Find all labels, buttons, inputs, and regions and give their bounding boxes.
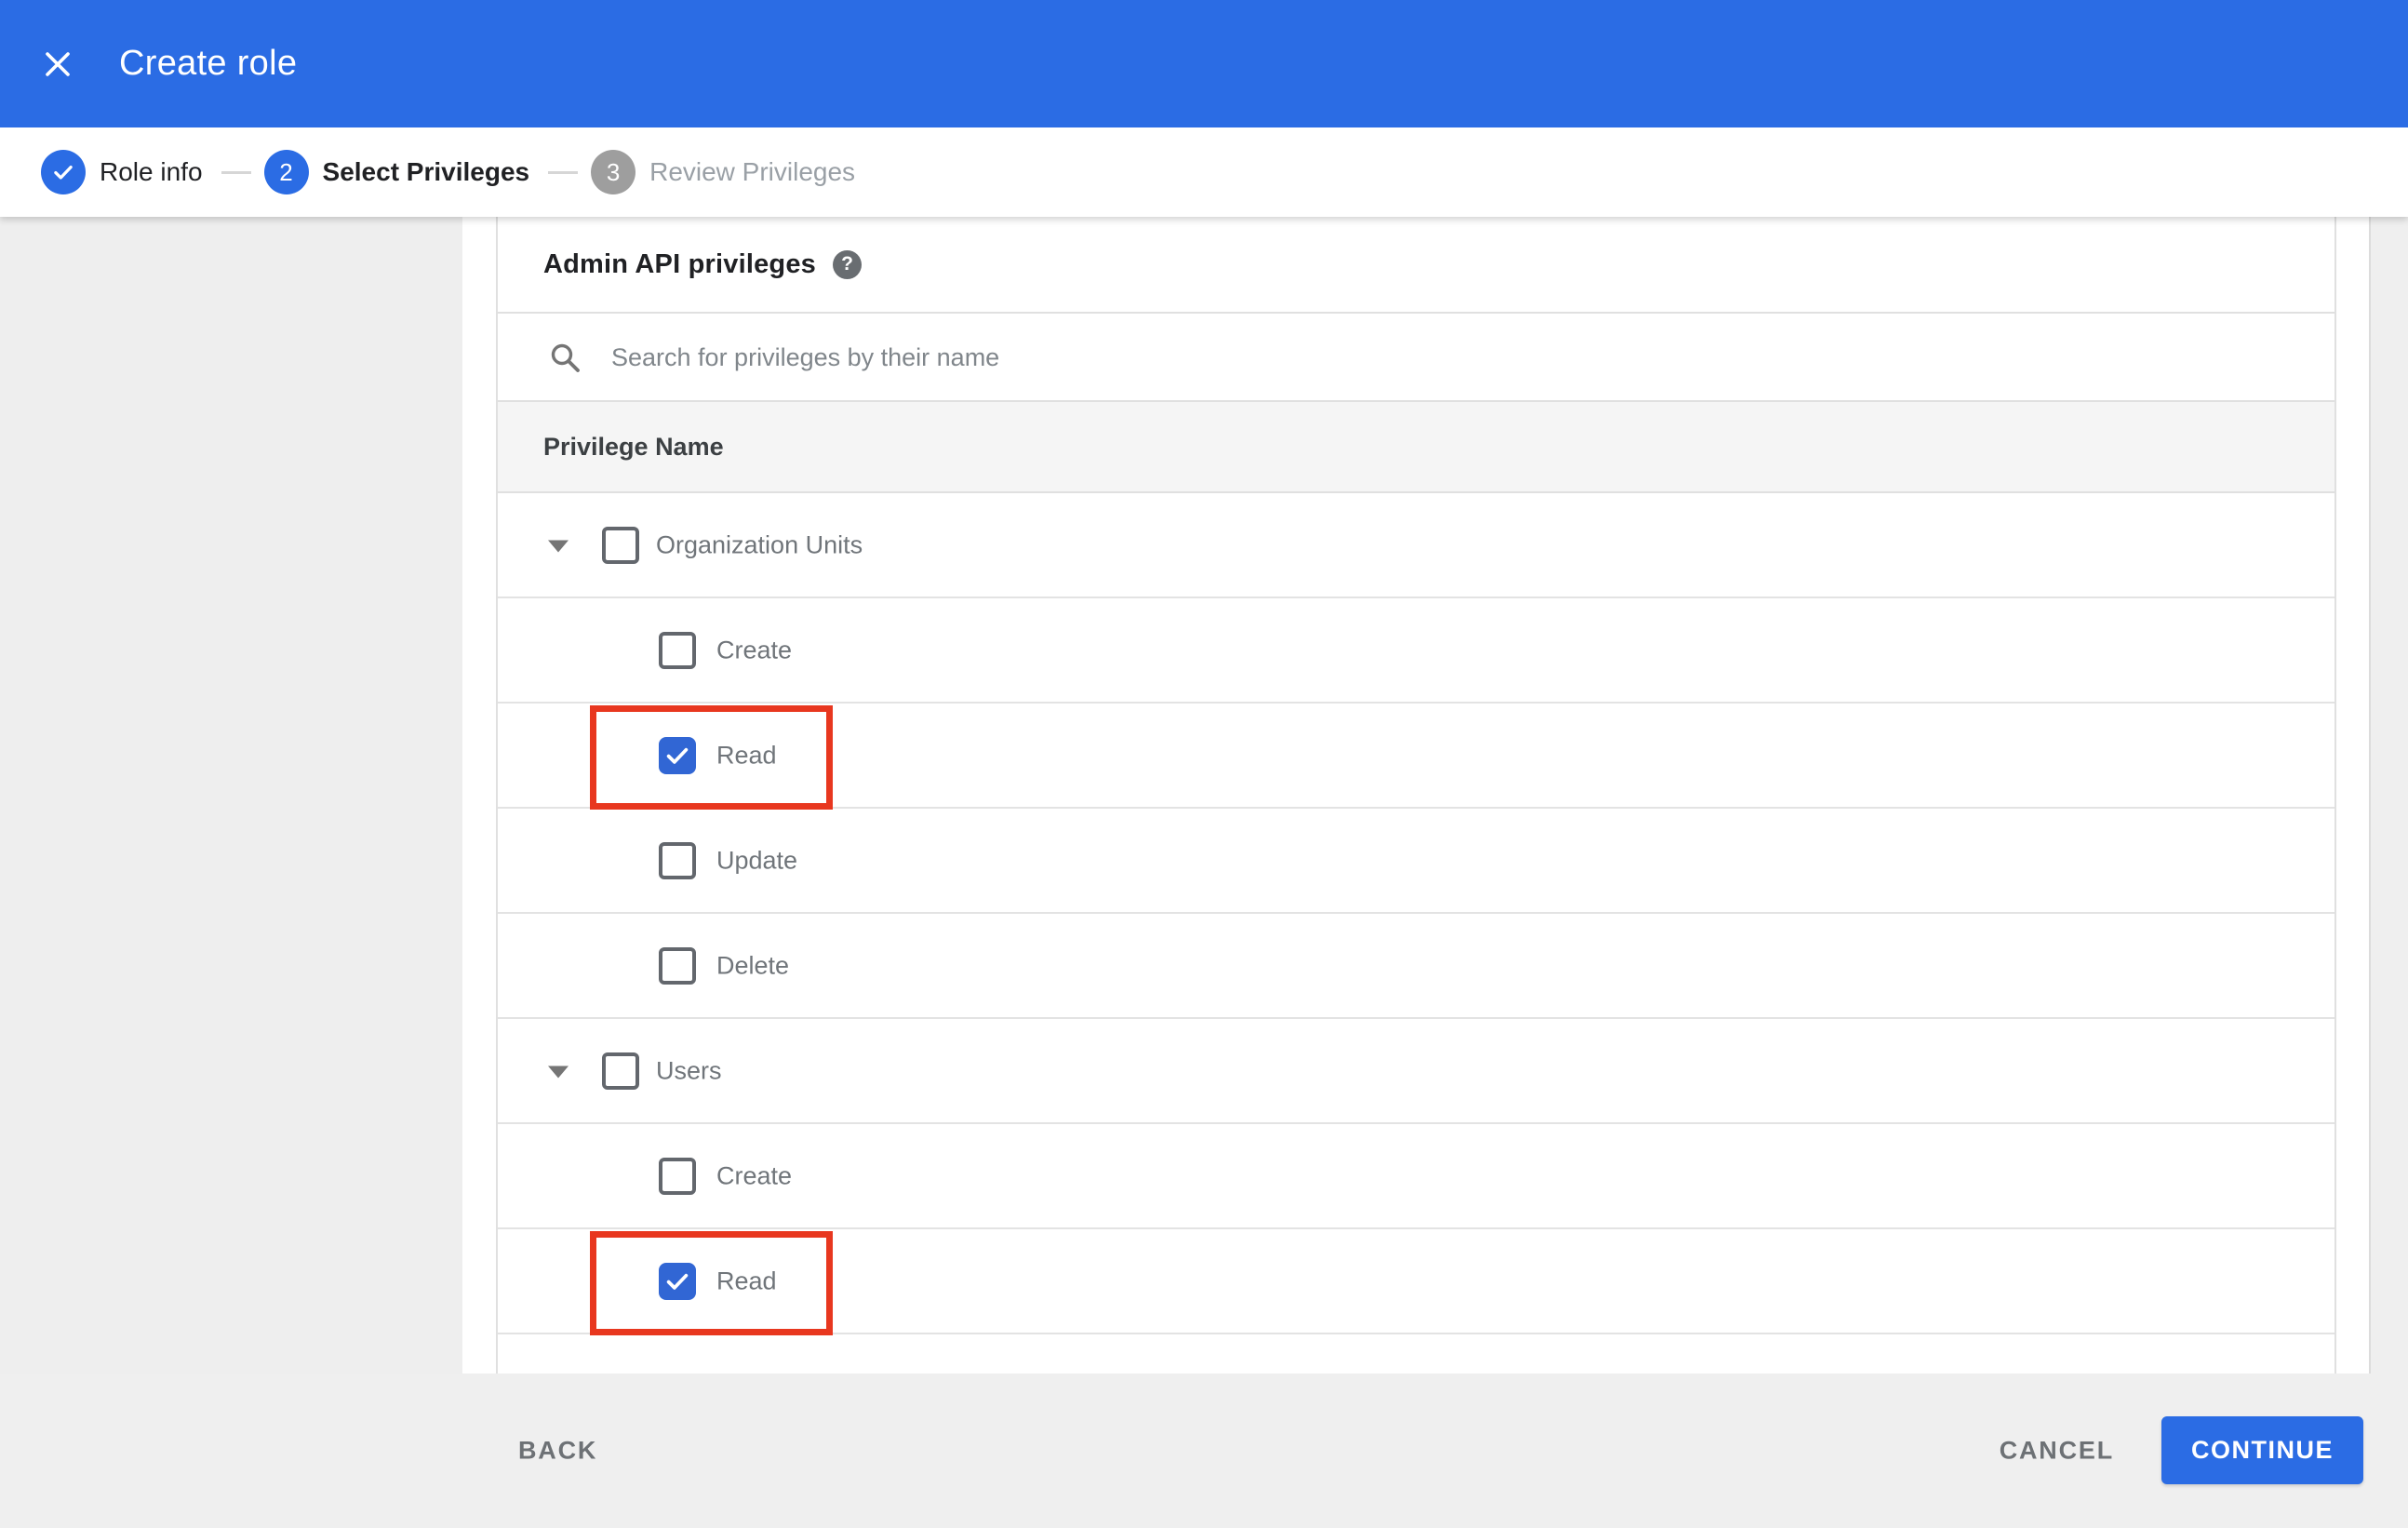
cancel-button[interactable]: CANCEL	[2000, 1437, 2114, 1466]
step-number: 2	[263, 150, 309, 194]
collapse-arrow-icon[interactable]	[548, 1066, 569, 1079]
privilege-row-update: Update	[498, 809, 2334, 914]
privilege-row-users: Users	[498, 1019, 2334, 1124]
continue-button[interactable]: CONTINUE	[2161, 1416, 2363, 1484]
collapse-arrow-icon[interactable]	[548, 540, 569, 553]
step-check-icon	[41, 150, 86, 194]
stepper-steps: Role info 2 Select Privileges 3 Review Privi…	[41, 150, 855, 194]
stepper: Role info 2 Select Privileges 3 Review Privi…	[0, 127, 2408, 217]
dialog-title: Create role	[119, 44, 298, 83]
close-icon[interactable]	[42, 48, 74, 80]
privileges-card: Admin API privileges ? Privilege Name Or…	[496, 217, 2336, 1374]
highlight-annotation-box	[590, 705, 833, 810]
step-select-privileges[interactable]: 2 Select Privileges	[263, 150, 530, 194]
privilege-label: Create	[716, 1161, 793, 1189]
dialog-header: Create role	[0, 0, 2408, 127]
checkbox-create[interactable]	[659, 1157, 696, 1195]
column-header-privilege-name: Privilege Name	[543, 432, 724, 461]
help-icon[interactable]: ?	[833, 249, 862, 279]
privilege-label: Organization Units	[656, 530, 863, 558]
privilege-row-create: Create	[498, 598, 2334, 704]
privilege-search-row	[498, 314, 2334, 402]
privilege-rows: Organization Units Create Read Update Delete…	[498, 493, 2334, 1374]
checkbox-create[interactable]	[659, 631, 696, 669]
privilege-row-partial	[498, 1334, 2334, 1374]
step-review-privileges: 3 Review Privileges	[591, 150, 855, 194]
step-label: Role info	[100, 157, 203, 186]
privilege-row-create: Create	[498, 1124, 2334, 1229]
privilege-row-read: Read	[498, 1229, 2334, 1335]
checkbox-organization-units[interactable]	[602, 526, 639, 564]
card-title-row: Admin API privileges ?	[498, 217, 2334, 314]
step-label: Select Privileges	[322, 157, 530, 186]
left-pane	[0, 217, 462, 1374]
step-role-info[interactable]: Role info	[41, 150, 203, 194]
privilege-label: Users	[656, 1056, 722, 1084]
checkbox-read[interactable]	[659, 1262, 696, 1300]
privilege-label: Read	[716, 1267, 777, 1294]
step-label: Review Privileges	[649, 157, 856, 186]
privilege-row-read: Read	[498, 704, 2334, 810]
search-input[interactable]	[609, 314, 2195, 402]
highlight-annotation-box	[590, 1231, 833, 1335]
checkbox-delete[interactable]	[659, 946, 696, 985]
checkbox-update[interactable]	[659, 841, 696, 879]
search-icon	[551, 343, 580, 372]
step-connector	[548, 170, 579, 174]
privilege-label: Create	[716, 636, 793, 663]
scrollbar-track[interactable]	[2369, 217, 2408, 1374]
privilege-label: Delete	[716, 951, 790, 979]
table-header: Privilege Name	[498, 402, 2334, 493]
footer-bar: BACK CANCEL CONTINUE	[0, 1374, 2408, 1528]
privilege-label: Read	[716, 741, 777, 769]
step-number: 3	[591, 150, 636, 194]
privilege-label: Update	[716, 846, 798, 874]
step-connector	[221, 170, 251, 174]
checkbox-users[interactable]	[602, 1052, 639, 1090]
privilege-row-organization-units: Organization Units	[498, 493, 2334, 598]
section-title: Admin API privileges	[543, 248, 816, 279]
back-button[interactable]: BACK	[518, 1437, 597, 1466]
checkbox-read[interactable]	[659, 736, 696, 774]
privilege-row-delete: Delete	[498, 914, 2334, 1019]
